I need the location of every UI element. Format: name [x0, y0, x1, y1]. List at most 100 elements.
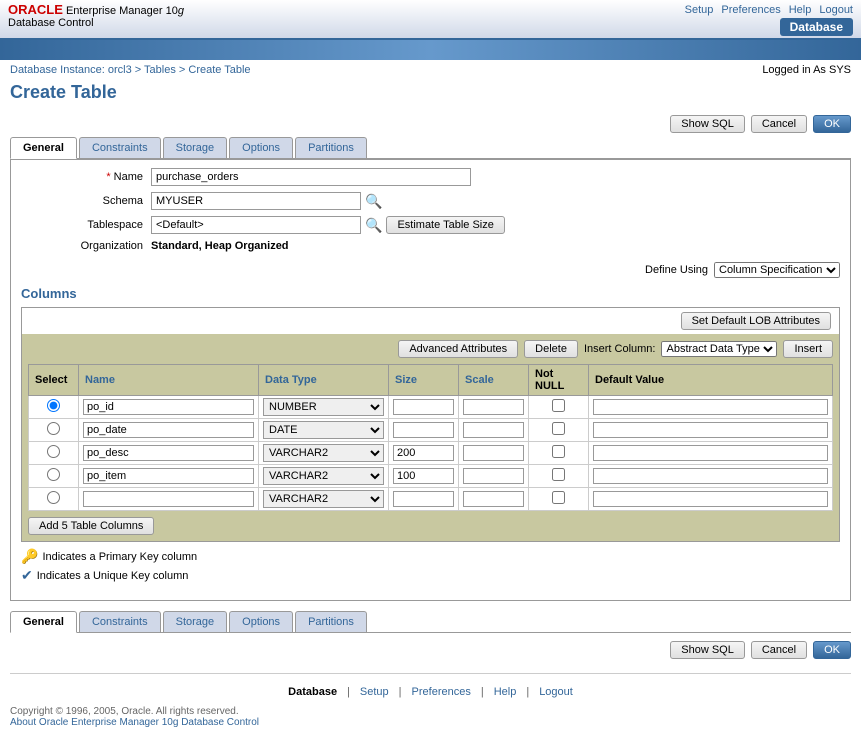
tab-storage[interactable]: Storage [163, 137, 228, 158]
tablespace-input[interactable] [151, 216, 361, 234]
tab-general[interactable]: General [10, 137, 77, 159]
footer-help-link[interactable]: Help [494, 686, 517, 698]
logo-area: ORACLE Enterprise Manager 10g Database C… [8, 2, 184, 29]
set-default-lob-button[interactable]: Set Default LOB Attributes [681, 312, 831, 330]
col-scale-input-2[interactable] [463, 445, 524, 461]
footer-separator [10, 673, 851, 674]
table-row: CHARDATEFLOATINTEGERNUMBERVARCHAR2 [29, 419, 833, 442]
add-table-columns-button[interactable]: Add 5 Table Columns [28, 517, 154, 535]
col-size-input-2[interactable] [393, 445, 454, 461]
estimate-table-size-button[interactable]: Estimate Table Size [386, 216, 504, 234]
col-not-null-checkbox-0[interactable] [552, 399, 565, 412]
unique-key-legend: ✔ Indicates a Unique Key column [21, 567, 840, 584]
em-text: Enterprise Manager 10g [66, 5, 184, 17]
table-row: CHARDATEFLOATINTEGERNUMBERVARCHAR2 [29, 488, 833, 511]
col-name-input-2[interactable] [83, 445, 254, 461]
row-select-radio-2[interactable] [47, 445, 60, 458]
bottom-tab-options[interactable]: Options [229, 611, 293, 632]
show-sql-button[interactable]: Show SQL [670, 115, 745, 133]
advanced-attributes-button[interactable]: Advanced Attributes [398, 340, 518, 358]
columns-inner: Advanced Attributes Delete Insert Column… [22, 334, 839, 541]
col-datatype-select-4[interactable]: CHARDATEFLOATINTEGERNUMBERVARCHAR2 [263, 490, 384, 508]
col-scale-input-0[interactable] [463, 399, 524, 415]
bottom-tab-constraints[interactable]: Constraints [79, 611, 161, 632]
row-select-radio-4[interactable] [47, 491, 60, 504]
ok-bottom-button[interactable]: OK [813, 641, 851, 659]
tablespace-row: Tablespace 🔍 Estimate Table Size [21, 216, 840, 234]
col-size-input-1[interactable] [393, 422, 454, 438]
col-not-null-checkbox-4[interactable] [552, 491, 565, 504]
copyright-text: Copyright © 1996, 2005, Oracle. All righ… [10, 706, 851, 717]
col-size-input-3[interactable] [393, 468, 454, 484]
col-not-null-checkbox-2[interactable] [552, 445, 565, 458]
setup-link[interactable]: Setup [685, 4, 714, 16]
col-datatype-select-2[interactable]: CHARDATEFLOATINTEGERNUMBERVARCHAR2 [263, 444, 384, 462]
bottom-tab-storage[interactable]: Storage [163, 611, 228, 632]
lob-toolbar: Set Default LOB Attributes [22, 308, 839, 334]
columns-table: Select Name Data Type Size Scale Not NUL… [28, 364, 833, 511]
show-sql-bottom-button[interactable]: Show SQL [670, 641, 745, 659]
col-not-null-checkbox-1[interactable] [552, 422, 565, 435]
col-datatype-select-3[interactable]: CHARDATEFLOATINTEGERNUMBERVARCHAR2 [263, 467, 384, 485]
col-name-input-4[interactable] [83, 491, 254, 507]
main-content: * Name Schema 🔍 Tablespace 🔍 Estimate Ta… [10, 159, 851, 601]
col-header-not-null: Not NULL [529, 365, 589, 396]
schema-input[interactable] [151, 192, 361, 210]
oracle-text: ORACLE [8, 2, 63, 17]
footer-logout-link[interactable]: Logout [539, 686, 573, 698]
tab-partitions[interactable]: Partitions [295, 137, 367, 158]
footer-preferences-link[interactable]: Preferences [412, 686, 471, 698]
col-size-input-0[interactable] [393, 399, 454, 415]
blue-bar [0, 40, 861, 60]
tab-constraints[interactable]: Constraints [79, 137, 161, 158]
col-datatype-select-0[interactable]: CHARDATEFLOATINTEGERNUMBERVARCHAR2 [263, 398, 384, 416]
col-default-input-1[interactable] [593, 422, 828, 438]
ok-button-top[interactable]: OK [813, 115, 851, 133]
name-input[interactable] [151, 168, 471, 186]
col-size-input-4[interactable] [393, 491, 454, 507]
header: ORACLE Enterprise Manager 10g Database C… [0, 0, 861, 40]
col-name-input-1[interactable] [83, 422, 254, 438]
col-default-input-0[interactable] [593, 399, 828, 415]
bottom-tab-general[interactable]: General [10, 611, 77, 633]
delete-button[interactable]: Delete [524, 340, 578, 358]
row-select-radio-3[interactable] [47, 468, 60, 481]
help-link[interactable]: Help [789, 4, 812, 16]
instance-link[interactable]: Database Instance: orcl3 [10, 64, 132, 76]
logout-link[interactable]: Logout [819, 4, 853, 16]
col-default-input-2[interactable] [593, 445, 828, 461]
unique-key-text: Indicates a Unique Key column [37, 570, 189, 582]
oracle-logo: ORACLE Enterprise Manager 10g [8, 2, 184, 17]
tablespace-label: Tablespace [21, 219, 151, 231]
col-default-input-3[interactable] [593, 468, 828, 484]
footer-tabs: General Constraints Storage Options Part… [0, 607, 861, 633]
col-header-select: Select [29, 365, 79, 396]
bottom-tab-partitions[interactable]: Partitions [295, 611, 367, 632]
tabs-container: General Constraints Storage Options Part… [0, 137, 861, 159]
insert-button[interactable]: Insert [783, 340, 833, 358]
col-scale-input-3[interactable] [463, 468, 524, 484]
row-select-radio-0[interactable] [47, 399, 60, 412]
col-scale-input-1[interactable] [463, 422, 524, 438]
footer-setup-link[interactable]: Setup [360, 686, 389, 698]
abstract-data-type-select[interactable]: Abstract Data Type [661, 341, 777, 357]
columns-title: Columns [21, 282, 840, 307]
tab-options[interactable]: Options [229, 137, 293, 158]
tablespace-search-icon[interactable]: 🔍 [361, 217, 386, 234]
define-using-select[interactable]: Column Specification [714, 262, 840, 278]
bottom-action-bar: Show SQL Cancel OK [0, 633, 861, 667]
col-not-null-checkbox-3[interactable] [552, 468, 565, 481]
preferences-link[interactable]: Preferences [721, 4, 780, 16]
about-link[interactable]: About Oracle Enterprise Manager 10g Data… [10, 717, 259, 728]
footer-links: Database | Setup | Preferences | Help | … [0, 680, 861, 704]
tables-link[interactable]: Tables [144, 64, 176, 76]
col-default-input-4[interactable] [593, 491, 828, 507]
row-select-radio-1[interactable] [47, 422, 60, 435]
col-name-input-3[interactable] [83, 468, 254, 484]
col-scale-input-4[interactable] [463, 491, 524, 507]
col-name-input-0[interactable] [83, 399, 254, 415]
schema-search-icon[interactable]: 🔍 [361, 193, 386, 210]
col-datatype-select-1[interactable]: CHARDATEFLOATINTEGERNUMBERVARCHAR2 [263, 421, 384, 439]
cancel-bottom-button[interactable]: Cancel [751, 641, 807, 659]
cancel-button-top[interactable]: Cancel [751, 115, 807, 133]
